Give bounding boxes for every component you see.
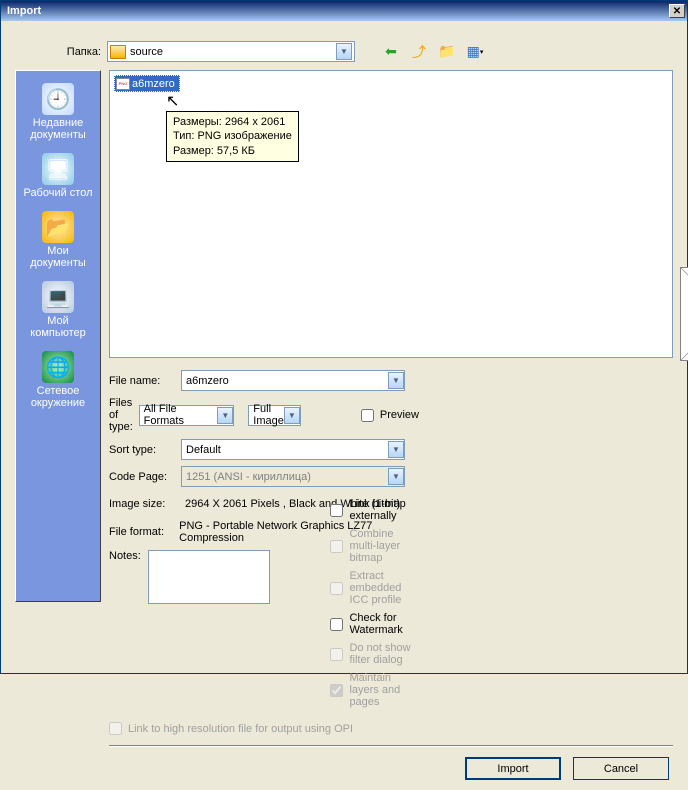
preview-checkbox[interactable]: Preview [361, 409, 419, 422]
filetype-label: Files of type: [109, 397, 139, 433]
codepage-label: Code Page: [109, 471, 181, 483]
notes-box [148, 550, 270, 604]
window-title: Import [3, 5, 669, 17]
import-button[interactable]: Import [465, 757, 561, 780]
import-dialog: Import ✕ Папка: source ▼ ⬅ ⤴ 📁 ▦▾ 🕘 Неда… [0, 0, 688, 674]
sorttype-select[interactable]: Default ▼ [181, 439, 405, 460]
places-sidebar: 🕘 Недавние документы 🖥 Рабочий стол 📂 Мо… [15, 70, 101, 602]
file-item-label: a6mzero [132, 78, 175, 90]
filetype-select[interactable]: All File Formats ▼ [139, 405, 235, 426]
filename-input[interactable]: a6mzero ▼ [181, 370, 405, 391]
new-folder-icon[interactable]: 📁 [437, 42, 457, 62]
chevron-down-icon[interactable]: ▼ [284, 407, 300, 424]
folder-label: Папка: [15, 46, 101, 58]
sidebar-computer[interactable]: 💻 Мой компьютер [18, 277, 98, 343]
chevron-down-icon[interactable]: ▼ [336, 43, 352, 60]
cancel-button[interactable]: Cancel [573, 757, 669, 780]
up-icon[interactable]: ⤴ [409, 42, 429, 62]
chevron-down-icon[interactable]: ▼ [388, 372, 404, 389]
back-icon[interactable]: ⬅ [381, 42, 401, 62]
notes-label: Notes: [109, 550, 148, 562]
sidebar-desktop[interactable]: 🖥 Рабочий стол [18, 149, 98, 203]
sidebar-documents[interactable]: 📂 Мои документы [18, 207, 98, 273]
desktop-icon: 🖥 [42, 153, 74, 185]
close-icon[interactable]: ✕ [669, 4, 685, 18]
link-externally-checkbox[interactable]: Link bitmap externally [330, 498, 419, 522]
divider [109, 745, 673, 747]
fileformat-label: File format: [109, 526, 175, 538]
combine-checkbox: Combine multi-layer bitmap [330, 528, 419, 564]
computer-icon: 💻 [42, 281, 74, 313]
preview-thumbnail [680, 267, 688, 361]
png-thumb-icon: PNG [116, 78, 130, 90]
maintain-layers-checkbox: Maintain layers and pages [330, 672, 419, 708]
network-icon: 🌐 [42, 351, 74, 383]
folder-select[interactable]: source ▼ [107, 41, 355, 62]
folder-icon [110, 45, 126, 59]
titlebar[interactable]: Import ✕ [1, 1, 687, 21]
sidebar-recent[interactable]: 🕘 Недавние документы [18, 79, 98, 145]
sorttype-label: Sort type: [109, 444, 181, 456]
recent-icon: 🕘 [42, 83, 74, 115]
sidebar-network[interactable]: 🌐 Сетевое окружение [18, 347, 98, 413]
chevron-down-icon[interactable]: ▼ [388, 441, 404, 458]
codepage-select: 1251 (ANSI - кириллица) ▼ [181, 466, 405, 487]
chevron-down-icon[interactable]: ▼ [217, 407, 233, 424]
nofilter-checkbox: Do not show filter dialog [330, 642, 419, 666]
fullimage-select[interactable]: Full Image ▼ [248, 405, 301, 426]
documents-icon: 📂 [42, 211, 74, 243]
watermark-checkbox[interactable]: Check for Watermark [330, 612, 419, 636]
opi-checkbox: Link to high resolution file for output … [109, 722, 673, 735]
file-list[interactable]: PNG a6mzero ↖ Размеры: 2964 x 2061 Тип: … [109, 70, 673, 358]
view-menu-icon[interactable]: ▦▾ [465, 42, 485, 62]
imagesize-label: Image size: [109, 498, 181, 510]
extract-icc-checkbox: Extract embedded ICC profile [330, 570, 419, 606]
chevron-down-icon: ▼ [388, 468, 404, 485]
file-tooltip: Размеры: 2964 x 2061 Тип: PNG изображени… [166, 111, 299, 162]
filename-label: File name: [109, 375, 181, 387]
file-item-selected[interactable]: PNG a6mzero [114, 75, 180, 92]
folder-value: source [130, 46, 336, 58]
cursor-icon: ↖ [166, 91, 179, 111]
